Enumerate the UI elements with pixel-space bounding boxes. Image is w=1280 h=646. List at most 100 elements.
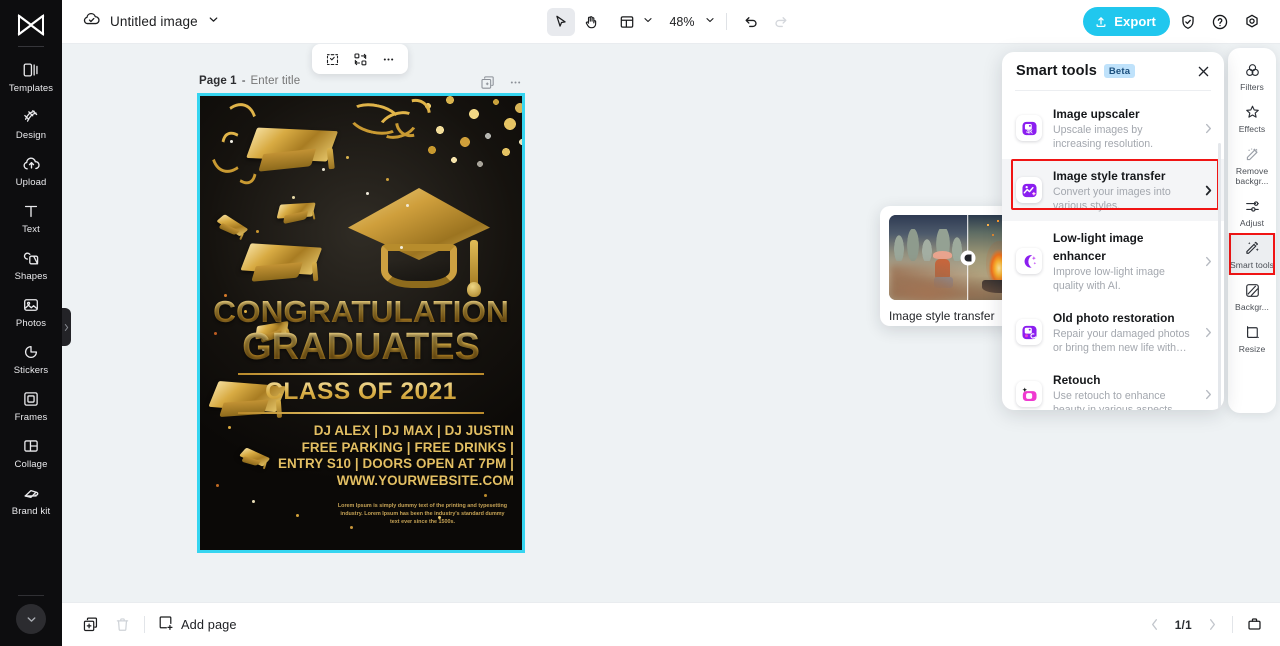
sidebar-label: Upload [15,177,47,188]
right-tool-effects[interactable]: Effects [1228,97,1276,139]
export-icon [1096,16,1106,27]
right-tool-label: Adjust [1239,218,1265,228]
graduation-cap [214,214,249,242]
add-page-icon [157,614,174,636]
cloud-check-icon [82,10,101,34]
duplicate-page-icon[interactable] [478,73,496,91]
compare-slider-handle-icon[interactable] [960,250,975,265]
sidebar-item-text[interactable]: Text [0,194,62,241]
sidebar-item-stickers[interactable]: Stickers [0,335,62,382]
page-title-input[interactable] [250,75,357,87]
confetti-speck [252,500,255,503]
trash-icon[interactable] [112,615,132,635]
more-horizontal-icon[interactable] [506,73,524,91]
topbar-right-actions: Export [1083,7,1266,36]
shield-icon[interactable] [1174,8,1202,36]
panel-title: Smart tools [1016,63,1097,79]
selected-image-frame[interactable]: CONGRATULATION GRADUATES CLASS OF 2021 D… [197,93,525,553]
right-tool-label: Resize [1238,344,1266,354]
right-tool-resize[interactable]: Resize [1228,317,1276,359]
sidebar-resize-grip[interactable] [62,308,71,346]
redo-button[interactable] [767,8,795,36]
sidebar-item-brand-kit[interactable]: Brand kit [0,476,62,523]
image-upscaler-icon: 4K [1016,115,1042,141]
photos-icon [21,295,41,315]
layout-icon[interactable] [613,8,641,36]
smart-tools-icon [1243,239,1262,258]
sidebar-label: Templates [8,83,54,94]
sidebar-item-shapes[interactable]: Shapes [0,241,62,288]
effects-icon [1243,103,1262,122]
add-page-button[interactable]: Add page [157,614,237,636]
capcut-logo[interactable] [11,8,51,42]
sidebar-item-templates[interactable]: Templates [0,53,62,100]
upload-icon [21,154,41,174]
right-tool-remove-background[interactable]: Remove backgr... [1228,139,1276,191]
export-button[interactable]: Export [1083,7,1170,36]
poster-detail-lines: DJ ALEX | DJ MAX | DJ JUSTIN FREE PARKIN… [260,423,514,489]
smart-tool-image-upscaler[interactable]: 4K Image upscaler Upscale images by incr… [1002,97,1224,159]
large-graduation-cap [348,188,490,306]
document-title-group[interactable]: Untitled image [82,10,220,34]
beta-badge: Beta [1103,64,1136,78]
chevron-left-icon[interactable] [1146,616,1164,634]
right-tool-filters[interactable]: Filters [1228,55,1276,97]
smart-tool-image-style-transfer[interactable]: Image style transfer Convert your images… [1002,159,1224,221]
page-label: Page 1 [199,75,237,87]
sidebar-collapse-button[interactable] [16,604,46,634]
settings-icon[interactable] [1238,8,1266,36]
right-tool-background[interactable]: Backgr... [1228,275,1276,317]
right-tool-adjust[interactable]: Adjust [1228,191,1276,233]
confetti-speck [386,178,389,181]
right-tool-label: Filters [1240,82,1264,92]
add-page-label: Add page [181,617,237,632]
zoom-dropdown[interactable]: 48% [668,13,716,31]
panel-scrollbar[interactable] [1218,143,1221,410]
present-icon[interactable] [1244,615,1264,635]
help-circle-icon[interactable] [1206,8,1234,36]
bottom-right-actions: 1/1 [1146,615,1264,635]
smart-tool-retouch[interactable]: Retouch Use retouch to enhance beauty in… [1002,363,1224,410]
old-photo-restoration-icon [1016,319,1042,345]
chevron-down-icon[interactable] [207,13,220,31]
bottom-left-actions: Add page [80,614,237,636]
bottom-separator [1232,616,1233,633]
confetti-speck [256,230,259,233]
sidebar-item-photos[interactable]: Photos [0,288,62,335]
smart-tools-list: 4K Image upscaler Upscale images by incr… [1002,91,1224,410]
hand-tool-button[interactable] [577,8,605,36]
poster-headline-1: CONGRATULATION [205,296,517,328]
sidebar-item-upload[interactable]: Upload [0,147,62,194]
right-tool-label: Remove backgr... [1235,166,1269,186]
sidebar-label: Design [15,130,47,141]
poster-headline-block: CONGRATULATION GRADUATES CLASS OF 2021 [208,296,514,414]
smart-tool-desc: Repair your damaged photos or bring them… [1053,328,1190,354]
replace-icon[interactable] [347,47,373,71]
confetti-speck [406,204,409,207]
right-tool-smart-tools[interactable]: Smart tools [1228,233,1276,275]
smart-tool-low-light-enhancer[interactable]: Low-light image enhancer Improve low-lig… [1002,221,1224,301]
more-horizontal-icon[interactable] [375,47,401,71]
confetti-speck [322,168,325,171]
layout-tool-dropdown[interactable] [613,8,654,36]
right-toolbar: Filters Effects Remove backgr... Adjust … [1228,48,1276,413]
toolbar-separator [726,13,727,30]
smart-tool-text: Low-light image enhancer Improve low-lig… [1053,229,1192,293]
smart-tool-old-photo-restoration[interactable]: Old photo restoration Repair your damage… [1002,301,1224,363]
smart-tool-name: Old photo restoration [1053,311,1175,325]
close-icon[interactable] [1194,62,1212,80]
chevron-right-icon[interactable] [1203,616,1221,634]
svg-text:4K: 4K [1026,129,1033,135]
sidebar-item-design[interactable]: Design [0,100,62,147]
sidebar-item-collage[interactable]: Collage [0,429,62,476]
crop-icon[interactable] [319,47,345,71]
select-tool-button[interactable] [547,7,575,36]
smart-tool-desc: Convert your images into various styles. [1053,186,1171,212]
poster-lorem-text: Lorem Ipsum is simply dummy text of the … [337,503,508,525]
poster-rule-top [238,373,484,375]
smart-tool-desc: Improve low-light image quality with AI. [1053,266,1165,292]
sidebar-item-frames[interactable]: Frames [0,382,62,429]
undo-button[interactable] [737,8,765,36]
right-tool-label: Smart tools [1229,260,1274,270]
duplicate-icon[interactable] [80,615,100,635]
